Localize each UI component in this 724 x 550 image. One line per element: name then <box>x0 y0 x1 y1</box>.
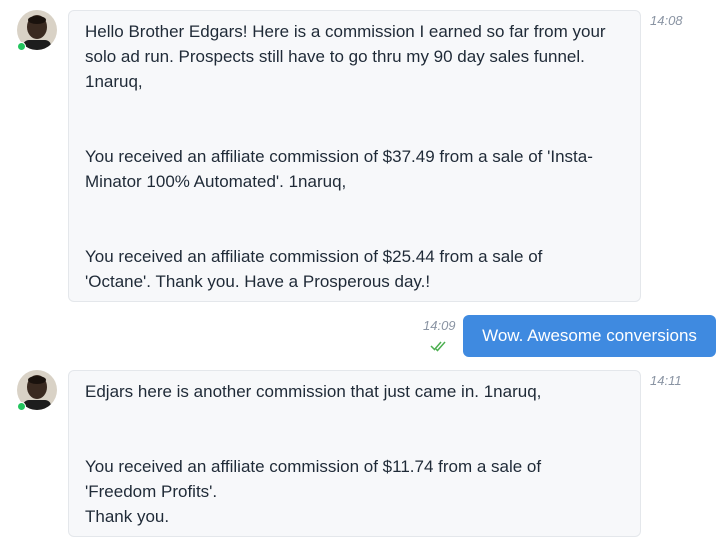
message-timestamp: 14:09 <box>423 318 456 333</box>
message-line: You received an affiliate commission of … <box>85 457 542 476</box>
message-line <box>85 194 624 219</box>
message-line: 1naruq, <box>85 72 143 91</box>
message-bubble-incoming[interactable]: Edjars here is another commission that j… <box>68 370 641 537</box>
message-bubble-outgoing[interactable]: Wow. Awesome conversions <box>463 315 716 357</box>
double-check-icon <box>430 341 446 352</box>
online-status-dot <box>17 402 26 411</box>
message-line <box>85 404 624 429</box>
message-line: You received an affiliate commission of … <box>85 247 543 266</box>
message-line: You received an affiliate commission of … <box>85 147 593 166</box>
message-line <box>85 429 624 454</box>
message-line: Edjars here is another commission that j… <box>85 382 542 401</box>
message-line <box>85 94 624 119</box>
message-line: Minator 100% Automated'. 1naruq, <box>85 172 347 191</box>
message-timestamp: 14:11 <box>650 373 682 388</box>
message-line: 'Octane'. Thank you. Have a Prosperous d… <box>85 272 431 291</box>
online-status-dot <box>17 42 26 51</box>
message-line: Hello Brother Edgars! Here is a commissi… <box>85 22 606 41</box>
message-line <box>85 119 624 144</box>
message-line <box>85 219 624 244</box>
message-line: Thank you. <box>85 507 170 526</box>
message-bubble-incoming[interactable]: Hello Brother Edgars! Here is a commissi… <box>68 10 641 302</box>
message-line: 'Freedom Profits'. <box>85 482 218 501</box>
message-line: solo ad run. Prospects still have to go … <box>85 47 585 66</box>
message-timestamp: 14:08 <box>650 13 683 28</box>
